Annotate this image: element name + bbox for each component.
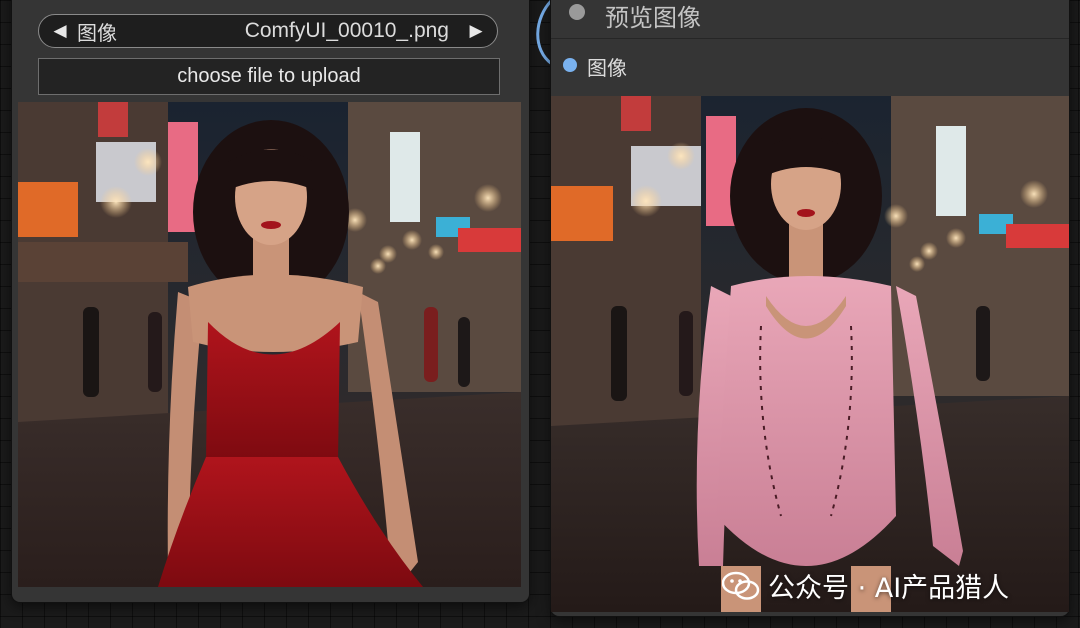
wechat-watermark: 公众号 · AI产品猎人: [722, 566, 1009, 605]
right-arrow-icon[interactable]: ▶: [463, 21, 489, 41]
preview-image: [551, 96, 1069, 612]
node-collapse-dot[interactable]: [569, 4, 585, 20]
image-combo-value: ComfyUI_00010_.png: [244, 19, 449, 42]
loaded-image-preview: [18, 102, 521, 587]
wechat-icon: [722, 571, 760, 600]
image-input-dot[interactable]: [563, 58, 577, 72]
upload-button[interactable]: choose file to upload: [38, 58, 500, 95]
preview-image-node[interactable]: 预览图像 图像: [551, 0, 1069, 616]
image-input-label: 图像: [587, 56, 627, 80]
watermark-text: 公众号 · AI产品猎人: [768, 573, 1010, 604]
left-arrow-icon[interactable]: ◀: [47, 21, 73, 41]
image-file-combo[interactable]: ◀ 图像 ComfyUI_00010_.png ▶: [38, 14, 498, 48]
image-combo-label: 图像: [77, 20, 117, 45]
load-image-node[interactable]: 遮罩 ◀ 图像 ComfyUI_00010_.png ▶ choose file…: [12, 0, 529, 602]
title-divider: [551, 38, 1069, 39]
node-title: 预览图像: [605, 4, 701, 32]
